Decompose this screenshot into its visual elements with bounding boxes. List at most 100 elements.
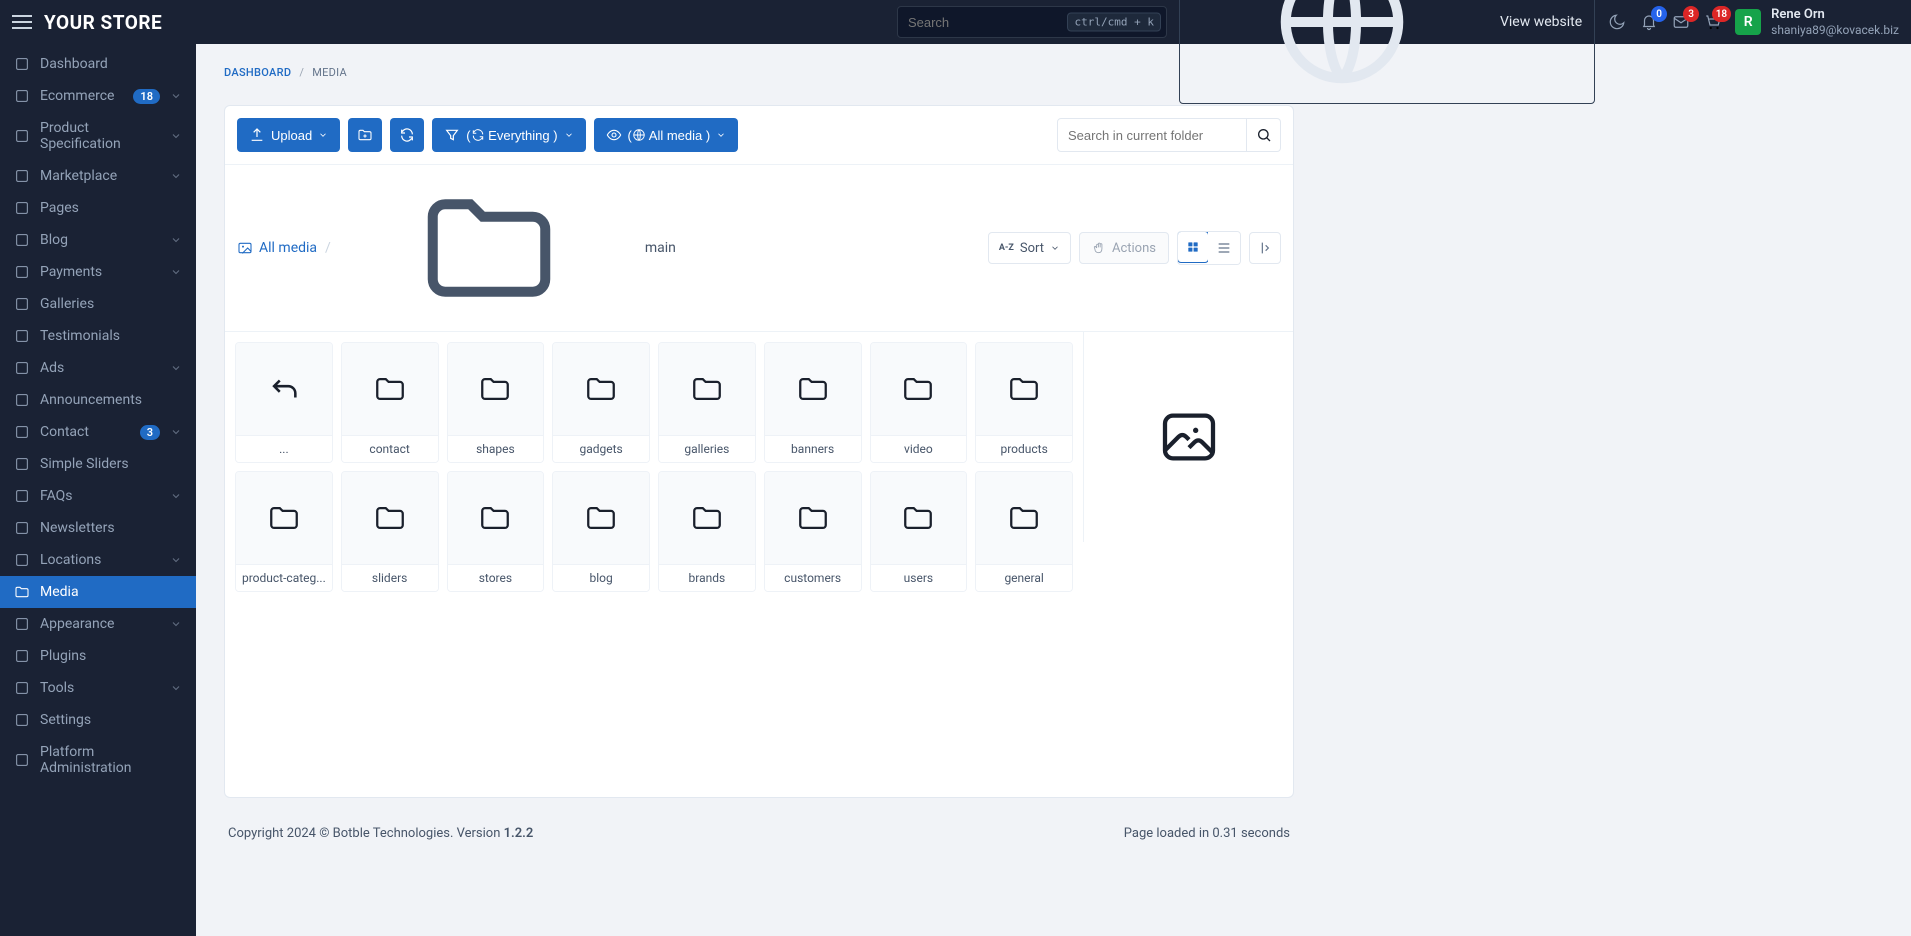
- folder-item[interactable]: blog: [552, 471, 650, 592]
- folder-item[interactable]: video: [870, 342, 968, 463]
- sidebar-item-product-specification[interactable]: Product Specification: [0, 112, 196, 160]
- list-view-button[interactable]: [1208, 232, 1240, 264]
- store-icon: [14, 168, 30, 184]
- refresh-button[interactable]: [390, 118, 424, 152]
- folder-name: banners: [765, 435, 861, 462]
- rocket-icon: [14, 616, 30, 632]
- user-email: shaniya89@kovacek.biz: [1771, 23, 1899, 37]
- sidebar-item-simple-sliders[interactable]: Simple Sliders: [0, 448, 196, 480]
- sidebar-item-label: Appearance: [40, 616, 160, 632]
- folder-icon: [14, 584, 30, 600]
- spanner-icon: [14, 680, 30, 696]
- notifications-icon[interactable]: 0: [1639, 12, 1659, 32]
- media-breadcrumb-current[interactable]: main: [339, 173, 676, 323]
- chevron-down-icon: [170, 362, 182, 374]
- sidebar-item-label: Galleries: [40, 296, 182, 312]
- menu-toggle-icon[interactable]: [12, 12, 32, 32]
- create-folder-button[interactable]: [348, 118, 382, 152]
- sidebar-item-plugins[interactable]: Plugins: [0, 640, 196, 672]
- media-breadcrumb-root[interactable]: All media: [237, 240, 317, 256]
- folder-item[interactable]: brands: [658, 471, 756, 592]
- folder-icon: [373, 372, 407, 406]
- folder-icon: [690, 501, 724, 535]
- user-icon: [14, 752, 30, 768]
- filter-button[interactable]: ( Everything ): [432, 118, 585, 152]
- folder-name: products: [976, 435, 1072, 462]
- panel-collapse-button[interactable]: [1249, 232, 1281, 264]
- upload-button[interactable]: Upload: [237, 118, 340, 152]
- list-icon: [1216, 240, 1232, 256]
- chevron-down-icon: [716, 130, 726, 140]
- sort-button[interactable]: A-Z Sort: [988, 232, 1071, 264]
- sidebar-item-label: Ads: [40, 360, 160, 376]
- sidebar-item-ecommerce[interactable]: Ecommerce18: [0, 80, 196, 112]
- sidebar-item-payments[interactable]: Payments: [0, 256, 196, 288]
- sidebar-item-label: Announcements: [40, 392, 182, 408]
- user-name: Rene Orn: [1771, 7, 1899, 23]
- sidebar-item-label: Tools: [40, 680, 160, 696]
- breadcrumb-root[interactable]: DASHBOARD: [224, 66, 291, 79]
- folder-item[interactable]: users: [870, 471, 968, 592]
- sidebar-item-appearance[interactable]: Appearance: [0, 608, 196, 640]
- news-icon: [14, 520, 30, 536]
- folder-name: general: [976, 564, 1072, 591]
- sidebar-item-platform-administration[interactable]: Platform Administration: [0, 736, 196, 784]
- refresh-icon: [399, 127, 415, 143]
- chevron-down-icon: [170, 618, 182, 630]
- folder-item[interactable]: stores: [447, 471, 545, 592]
- folder-name: stores: [448, 564, 544, 591]
- sidebar-item-label: Dashboard: [40, 56, 182, 72]
- speaker-icon: [14, 392, 30, 408]
- folder-item[interactable]: sliders: [341, 471, 439, 592]
- folder-icon: [796, 372, 830, 406]
- sidebar-item-label: Testimonials: [40, 328, 182, 344]
- chevron-down-icon: [1050, 243, 1060, 253]
- sidebar-item-pages[interactable]: Pages: [0, 192, 196, 224]
- upload-icon: [249, 127, 265, 143]
- user-menu[interactable]: R Rene Orn shaniya89@kovacek.biz: [1735, 7, 1899, 37]
- folder-back[interactable]: ...: [235, 342, 333, 463]
- sidebar-item-blog[interactable]: Blog: [0, 224, 196, 256]
- chevron-down-icon: [170, 682, 182, 694]
- folder-item[interactable]: customers: [764, 471, 862, 592]
- sidebar-item-label: Pages: [40, 200, 182, 216]
- folder-item[interactable]: shapes: [447, 342, 545, 463]
- folder-plus-icon: [357, 127, 373, 143]
- sidebar-item-newsletters[interactable]: Newsletters: [0, 512, 196, 544]
- logo[interactable]: YOUR STORE: [44, 11, 162, 34]
- folder-item[interactable]: gadgets: [552, 342, 650, 463]
- folder-item[interactable]: banners: [764, 342, 862, 463]
- sidebar-item-ads[interactable]: Ads: [0, 352, 196, 384]
- folder-item[interactable]: contact: [341, 342, 439, 463]
- folder-name: product-categ...: [236, 564, 332, 591]
- folder-name: gadgets: [553, 435, 649, 462]
- sidebar-item-testimonials[interactable]: Testimonials: [0, 320, 196, 352]
- media-search-button[interactable]: [1247, 118, 1281, 152]
- theme-toggle-icon[interactable]: [1607, 12, 1627, 32]
- top-header: YOUR STORE ctrl/cmd + k View website 0 3…: [0, 0, 1911, 44]
- media-search-input[interactable]: [1057, 118, 1247, 152]
- sidebar-item-dashboard[interactable]: Dashboard: [0, 48, 196, 80]
- grid-view-button[interactable]: [1177, 231, 1209, 263]
- sidebar-item-locations[interactable]: Locations: [0, 544, 196, 576]
- sidebar-item-label: Media: [40, 584, 182, 600]
- folder-item[interactable]: galleries: [658, 342, 756, 463]
- view-in-button[interactable]: ( All media ): [594, 118, 739, 152]
- sidebar-item-announcements[interactable]: Announcements: [0, 384, 196, 416]
- folder-item[interactable]: products: [975, 342, 1073, 463]
- sidebar-item-contact[interactable]: Contact3: [0, 416, 196, 448]
- folder-item[interactable]: product-categ...: [235, 471, 333, 592]
- cart-icon[interactable]: 18: [1703, 12, 1723, 32]
- sidebar-item-marketplace[interactable]: Marketplace: [0, 160, 196, 192]
- folder-item[interactable]: general: [975, 471, 1073, 592]
- folder-icon: [478, 501, 512, 535]
- sidebar-item-settings[interactable]: Settings: [0, 704, 196, 736]
- sidebar-item-galleries[interactable]: Galleries: [0, 288, 196, 320]
- messages-icon[interactable]: 3: [1671, 12, 1691, 32]
- folder-icon: [901, 372, 935, 406]
- sidebar-item-tools[interactable]: Tools: [0, 672, 196, 704]
- sidebar-item-faqs[interactable]: FAQs: [0, 480, 196, 512]
- sidebar-item-label: Plugins: [40, 648, 182, 664]
- sidebar-item-label: Settings: [40, 712, 182, 728]
- sidebar-item-media[interactable]: Media: [0, 576, 196, 608]
